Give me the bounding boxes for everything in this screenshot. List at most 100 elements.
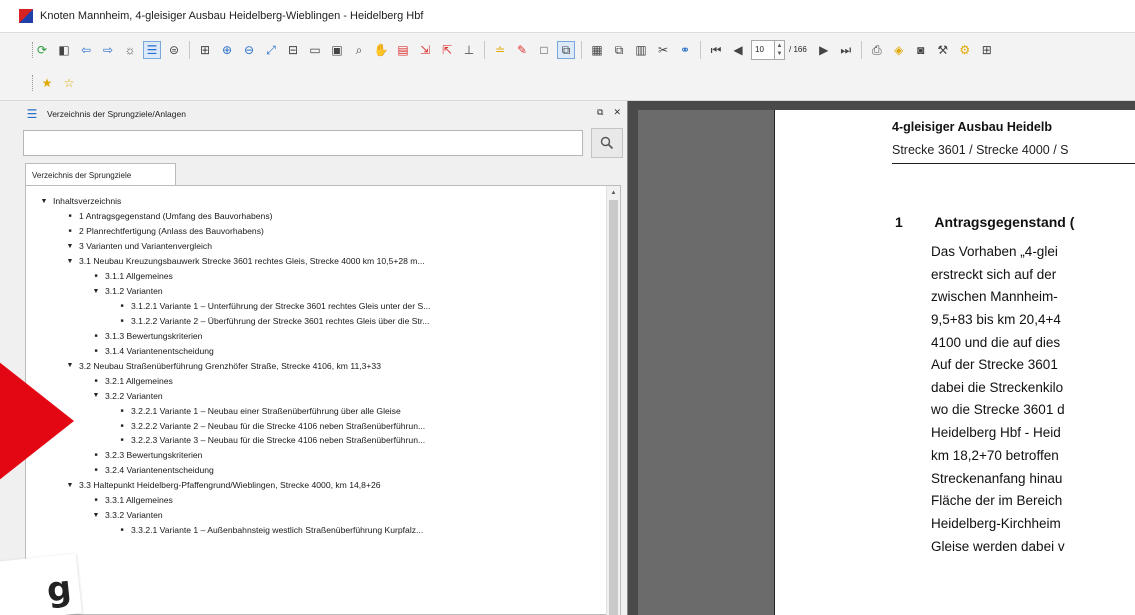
tree-item-label: 3.1 Neubau Kreuzungsbauwerk Strecke 3601…	[79, 256, 425, 267]
favorites-list-icon[interactable]: ☆	[60, 74, 78, 92]
tree-item[interactable]: ■ 3.1.4 Variantenentscheidung	[26, 343, 596, 358]
toolbar-grip[interactable]	[32, 42, 34, 58]
tree-item[interactable]: ■ 3.2.3 Bewertungskriterien	[26, 448, 596, 463]
toolbar-separator	[860, 40, 862, 59]
tree-item[interactable]: ■ 3.2.2.3 Variante 3 – Neubau für die Str…	[26, 433, 596, 448]
tree-item[interactable]: ▼ 3.1 Neubau Kreuzungsbauwerk Strecke 360…	[26, 254, 596, 269]
pan-hand-icon[interactable]: ✋	[372, 41, 390, 59]
tag-icon[interactable]: ◈	[890, 41, 908, 59]
leaf-bullet-icon: ■	[120, 422, 124, 429]
text-line: Heidelberg Hbf - Heid	[931, 425, 1061, 441]
sidebar-toggle-icon[interactable]: ◧	[55, 41, 73, 59]
import-icon[interactable]: ⇱	[438, 41, 456, 59]
expanded-triangle-icon[interactable]: ▼	[90, 512, 102, 519]
scrollbar-thumb[interactable]	[609, 200, 618, 615]
window-title: Knoten Mannheim, 4-gleisiger Ausbau Heid…	[40, 10, 424, 22]
tree-item[interactable]: ■ 3.2.1 Allgemeines	[26, 373, 596, 388]
actual-size-icon[interactable]: ▣	[328, 41, 346, 59]
zoom-area-icon[interactable]: ⊞	[196, 41, 214, 59]
tree-item[interactable]: ■ 3.2.2.2 Variante 2 – Neubau für die Str…	[26, 418, 596, 433]
chevron-up-icon[interactable]: ▲	[777, 42, 783, 50]
scroll-up-icon[interactable]: ▲	[607, 186, 620, 199]
tab-jump-targets[interactable]: Verzeichnis der Sprungziele	[25, 163, 176, 186]
export-icon[interactable]: ⇲	[416, 41, 434, 59]
close-icon[interactable]: ✕	[613, 107, 621, 118]
leaf-bullet-icon: ■	[94, 497, 98, 504]
tree-item[interactable]: ■ 3.1.2.2 Variante 2 – Überführung der St…	[26, 314, 596, 329]
wrench-icon[interactable]: ⚒	[934, 41, 952, 59]
text-line: 4100 und die auf dies	[931, 334, 1061, 350]
two-page-icon[interactable]: ⧉	[557, 40, 575, 59]
zoom-fit-icon[interactable]: ⤢	[262, 41, 280, 59]
undock-icon[interactable]: ⧉	[597, 107, 603, 118]
search-input[interactable]	[23, 130, 583, 156]
tree-item[interactable]: ■ 3.1.1 Allgemeines	[26, 269, 596, 284]
expanded-triangle-icon[interactable]: ▼	[64, 258, 76, 265]
zoom-in-icon[interactable]: ⊕	[218, 41, 236, 59]
highlight-icon[interactable]: ≐	[491, 41, 509, 59]
tree-item[interactable]: ■ 2 Planrechtfertigung (Anlass des Bauvor…	[26, 224, 596, 239]
measure-icon[interactable]: ⊥	[460, 41, 478, 59]
back-arrow-icon[interactable]: ⇦	[77, 41, 95, 59]
section-heading: 1 Antragsgegenstand (	[895, 214, 1074, 230]
select-text-icon[interactable]: ▤	[394, 41, 412, 59]
tree-item-label: 3.2 Neubau Straßenüberführung Grenzhöfer…	[79, 360, 381, 371]
tree-item[interactable]: ■ 3.1.2.1 Variante 1 – Unterführung der S…	[26, 299, 596, 314]
page-spinner[interactable]: ▲ ▼	[775, 39, 785, 60]
tree-item[interactable]: ▼ 3.2 Neubau Straßenüberführung Grenzhöfe…	[26, 358, 596, 373]
previous-page-icon[interactable]: ◀	[729, 41, 747, 59]
forward-arrow-icon[interactable]: ⇨	[99, 41, 117, 59]
tree-item[interactable]: ▼ 3.3.2 Varianten	[26, 508, 596, 523]
tree-item[interactable]: ■ 3.2.4 Variantenentscheidung	[26, 463, 596, 478]
layout-icon[interactable]: ⊞	[978, 41, 996, 59]
contents-list-icon[interactable]: ☰	[143, 40, 161, 59]
tree-item[interactable]: ▼ 3.3 Haltepunkt Heidelberg-Pfaffengrund/…	[26, 478, 596, 493]
pen-icon[interactable]: ✎	[513, 41, 531, 59]
toolbar-grip[interactable]	[32, 75, 34, 91]
magnifier-icon[interactable]: ⌕	[350, 41, 368, 59]
search-button[interactable]	[591, 128, 623, 158]
tree-item[interactable]: ▼ 3.1.2 Varianten	[26, 284, 596, 299]
tree-item[interactable]: ▼ 3 Varianten und Variantenvergleich	[26, 239, 596, 254]
expanded-triangle-icon[interactable]: ▼	[38, 198, 50, 205]
print-icon[interactable]: ⎙	[868, 41, 886, 59]
tree-item[interactable]: ▼ 3.2.2 Varianten	[26, 388, 596, 403]
zoom-out-icon[interactable]: ⊖	[240, 41, 258, 59]
chevron-down-icon[interactable]: ▼	[777, 50, 783, 58]
brightness-icon[interactable]: ☼	[121, 41, 139, 59]
tree-scrollbar[interactable]: ▲	[606, 186, 620, 615]
first-page-icon[interactable]: ⏮	[707, 41, 725, 59]
fit-width-icon[interactable]: ⊟	[284, 41, 302, 59]
tree-item[interactable]: ■ 3.3.2.1 Variante 1 – Außenbahnsteig wes…	[26, 523, 596, 538]
fit-page-icon[interactable]: ▭	[306, 41, 324, 59]
last-page-icon[interactable]: ⏭	[837, 41, 855, 59]
page-total-label: / 166	[789, 45, 807, 54]
tree-item-label: Inhaltsverzeichnis	[53, 196, 122, 207]
expanded-triangle-icon[interactable]: ▼	[90, 288, 102, 295]
tree-item-label: 3.1.2 Varianten	[105, 286, 163, 297]
find-binoculars-icon[interactable]: ⚭	[676, 41, 694, 59]
expanded-triangle-icon[interactable]: ▼	[64, 243, 76, 250]
single-page-icon[interactable]: □	[535, 41, 553, 59]
copy-icon[interactable]: ⧉	[610, 41, 628, 59]
tree-item[interactable]: ▼ Inhaltsverzeichnis	[26, 194, 596, 209]
tree-item[interactable]: ■ 3.3.1 Allgemeines	[26, 493, 596, 508]
next-page-icon[interactable]: ▶	[815, 41, 833, 59]
tree-item-label: 3.2.1 Allgemeines	[105, 375, 173, 386]
refresh-icon[interactable]: ⟳	[33, 41, 51, 59]
stack-icon[interactable]: ⊜	[165, 41, 183, 59]
tree-item[interactable]: ■ 3.2.2.1 Variante 1 – Neubau einer Straß…	[26, 403, 596, 418]
page-number-input[interactable]: 10	[751, 39, 775, 60]
tree-item[interactable]: ■ 3.1.3 Bewertungskriterien	[26, 328, 596, 343]
ocr-icon[interactable]: ▦	[588, 41, 606, 59]
scissors-icon[interactable]: ✂	[654, 41, 672, 59]
white-label-decoration: g	[0, 553, 82, 615]
paste-icon[interactable]: ▥	[632, 41, 650, 59]
toolbar-separator	[700, 40, 701, 59]
tree-item[interactable]: ■ 1 Antragsgegenstand (Umfang des Bauvorh…	[26, 209, 596, 224]
settings-gear-icon[interactable]: ⚙	[956, 41, 974, 59]
expanded-triangle-icon[interactable]: ▼	[90, 392, 102, 399]
add-favorite-icon[interactable]: ★	[38, 74, 56, 92]
text-line: erstreckt sich auf der	[931, 266, 1057, 282]
camera-icon[interactable]: ◙	[912, 41, 930, 59]
